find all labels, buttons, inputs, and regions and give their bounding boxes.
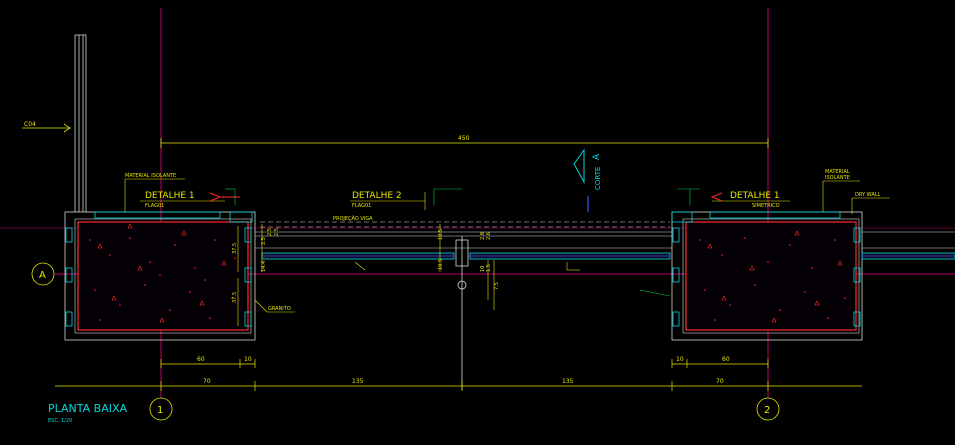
- detail-1-right-title: DETALHE 1: [730, 191, 780, 201]
- dim-chain-lower: [55, 381, 862, 391]
- detail-2-sub: FLAG01: [352, 203, 371, 209]
- detail-1-right: DETALHE 1 SIMETRICO: [677, 188, 790, 209]
- dim-37-5-top: 37.5: [232, 243, 238, 254]
- dim-135-right: 135: [562, 378, 574, 385]
- dim-70-left: 70: [203, 378, 211, 385]
- grid-bubble-2: 2: [756, 397, 780, 421]
- dim-450-label: 450: [458, 135, 470, 142]
- dim-2-5-c: 2.5: [274, 228, 280, 236]
- drawing-scale: ESC. 1/20: [48, 418, 72, 424]
- dim-10-5: 10.5: [438, 229, 444, 240]
- material-isolante-left-label: MATERIAL ISOLANTE: [125, 173, 176, 179]
- dim-2-6: 2.6: [486, 232, 492, 240]
- dim-2-5-b: 2.5: [267, 228, 273, 236]
- c04-label: C04: [24, 121, 36, 128]
- dim-60-right: 60: [722, 356, 730, 363]
- dim-1-5: 1.5: [486, 264, 492, 272]
- dim-10-5-b: 10.5: [438, 259, 444, 270]
- section-label: CORTE: [594, 167, 602, 190]
- grid-a-label: A: [39, 270, 46, 281]
- section-letter: A: [592, 153, 602, 160]
- dim-37-5-bot: 37.5: [232, 292, 238, 303]
- dim-10-right: 10: [676, 356, 684, 363]
- section-marker: A CORTE: [573, 148, 602, 212]
- projecao-viga: PROJEÇÃO VIGA: [260, 215, 670, 228]
- dim-10-left: 10: [244, 356, 252, 363]
- drawing-title: PLANTA BAIXA: [48, 402, 128, 415]
- detail-1-left: DETALHE 1 FLAG01: [140, 188, 240, 209]
- dry-wall-label: DRY WALL: [855, 192, 881, 198]
- cad-drawing-canvas: C04 450 A CORTE MATERIAL ISOLANTE DETALH…: [0, 8, 955, 424]
- curtain-wall-mullion: [74, 34, 87, 212]
- granito-label: GRANITO: [268, 306, 291, 312]
- dim-7-5: 7.5: [494, 282, 500, 290]
- detail-2-title: DETALHE 2: [352, 191, 402, 201]
- c04-callout: C04: [22, 121, 71, 133]
- grid-1-label: 1: [157, 405, 163, 416]
- grid-2-label: 2: [764, 405, 770, 416]
- pillar-left: [64, 211, 256, 341]
- annotations-right: MATERIAL ISOLANTE DRY WALL: [822, 169, 890, 214]
- grid-lines: [0, 8, 955, 400]
- grid-bubble-a: A: [31, 262, 55, 286]
- dim-10: 10: [480, 266, 486, 272]
- detail-1-left-title: DETALHE 1: [145, 191, 195, 201]
- grid-bubble-1: 1: [149, 397, 173, 421]
- dim-135-left: 135: [352, 378, 364, 385]
- pillar-right: [671, 211, 863, 341]
- dim-60-left: 60: [197, 356, 205, 363]
- dim-2-5-a: 2.5: [261, 237, 267, 245]
- detail-2: DETALHE 2 FLAG01: [350, 188, 462, 210]
- material-isolante-right-2: ISOLANTE: [825, 175, 850, 181]
- projecao-viga-label: PROJEÇÃO VIGA: [333, 215, 373, 222]
- granito-callout: GRANITO: [254, 299, 295, 313]
- detail-1-left-sub: FLAG01: [145, 203, 164, 209]
- title-block: PLANTA BAIXA ESC. 1/20: [48, 402, 128, 424]
- detail-1-right-sub: SIMETRICO: [752, 203, 780, 209]
- dim-14-4: 14.4: [261, 261, 267, 272]
- dim-70-right: 70: [716, 378, 724, 385]
